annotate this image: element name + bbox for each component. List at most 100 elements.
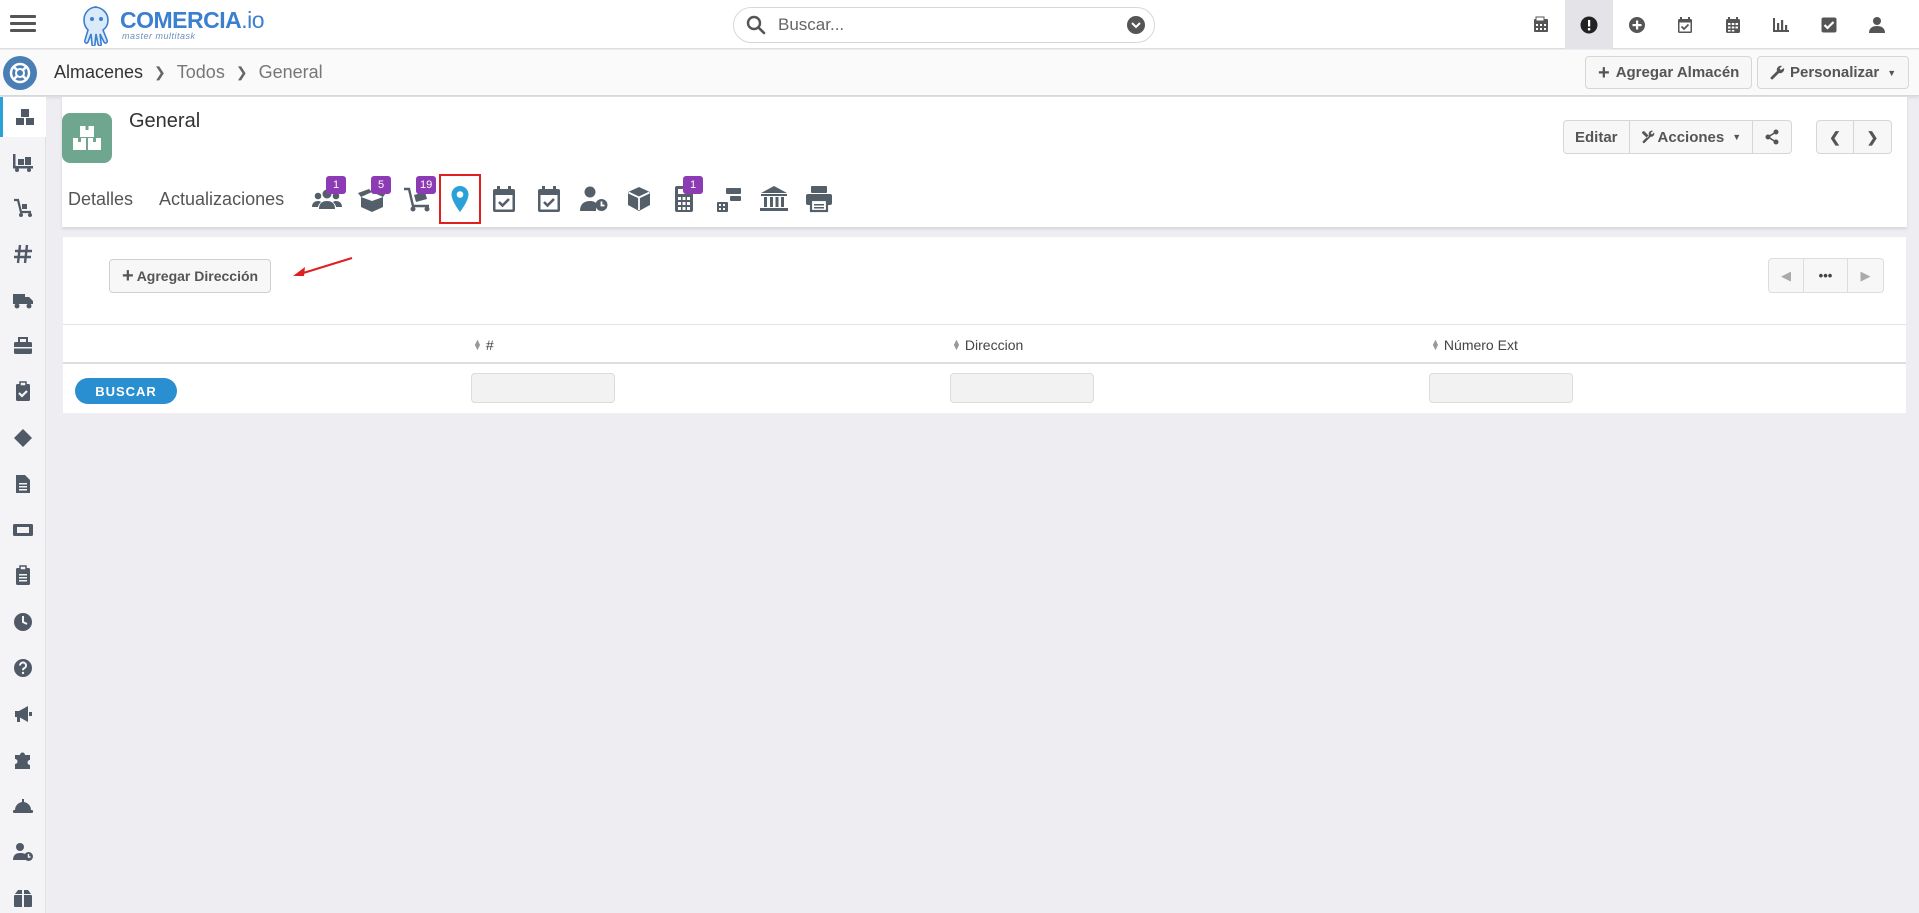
cube-icon bbox=[627, 187, 650, 211]
sidebar-item-hardhat[interactable] bbox=[0, 786, 46, 826]
search-input[interactable] bbox=[778, 15, 1127, 35]
chart-icon[interactable] bbox=[1757, 0, 1805, 49]
record-navigation: ❮ ❯ bbox=[1816, 120, 1892, 154]
next-page-button[interactable]: ▶ bbox=[1848, 258, 1884, 293]
column-number[interactable]: ▲ ▼ # bbox=[473, 337, 494, 353]
edit-button[interactable]: Editar bbox=[1563, 120, 1630, 154]
user-icon[interactable] bbox=[1853, 0, 1901, 49]
sidebar-item-dolly[interactable] bbox=[0, 142, 46, 182]
tab-user-clock[interactable] bbox=[571, 179, 616, 219]
column-address-label: Direccion bbox=[964, 337, 1024, 353]
breadcrumb-current: General bbox=[258, 62, 323, 82]
calculator-icon[interactable] bbox=[1517, 0, 1565, 49]
sidebar-item-box[interactable] bbox=[0, 878, 46, 913]
sidebar-item-clipboard-check[interactable] bbox=[0, 372, 46, 412]
page-menu-button[interactable]: ••• bbox=[1804, 258, 1848, 293]
sidebar-item-ticket[interactable] bbox=[0, 510, 46, 550]
plus-icon: + bbox=[122, 265, 134, 287]
edit-label: Editar bbox=[1575, 128, 1618, 146]
carts-count-badge: 19 bbox=[416, 176, 437, 194]
puzzle-icon bbox=[15, 752, 30, 769]
calculator-count-badge: 1 bbox=[683, 176, 704, 194]
red-arrow-annotation bbox=[293, 256, 353, 276]
sidebar-item-warehouses[interactable] bbox=[0, 97, 46, 137]
search-filter-button[interactable]: BUSCAR bbox=[75, 378, 177, 404]
boxes-icon bbox=[73, 126, 101, 150]
calendar-check-icon[interactable] bbox=[1661, 0, 1709, 49]
sidebar-item-puzzle[interactable] bbox=[0, 740, 46, 780]
sidebar-item-megaphone[interactable] bbox=[0, 694, 46, 734]
user-clock-icon bbox=[13, 843, 33, 861]
sidebar-item-document[interactable] bbox=[0, 464, 46, 504]
checkbox-icon[interactable] bbox=[1805, 0, 1853, 49]
tab-boxes[interactable]: 5 bbox=[349, 176, 394, 219]
add-address-button[interactable]: + Agregar Dirección bbox=[109, 259, 272, 293]
caret-down-icon: ▼ bbox=[1887, 67, 1897, 78]
plus-circle-icon[interactable] bbox=[1613, 0, 1661, 49]
filter-address-input[interactable] bbox=[950, 373, 1094, 403]
caret-right-icon: ▶ bbox=[1860, 267, 1871, 283]
boxes-count-badge: 5 bbox=[371, 176, 392, 194]
bank-icon bbox=[759, 186, 788, 211]
calendar-icon[interactable] bbox=[1709, 0, 1757, 49]
tab-details[interactable]: Detalles bbox=[68, 189, 133, 210]
add-warehouse-label: Agregar Almacén bbox=[1615, 64, 1740, 81]
column-number-label: # bbox=[485, 337, 494, 353]
customize-button[interactable]: Personalizar ▼ bbox=[1757, 56, 1910, 89]
tab-calendar-check[interactable] bbox=[481, 179, 526, 219]
record-tabs: Detalles Actualizaciones 1 5 19 1 bbox=[62, 174, 841, 224]
sidebar-item-diamond[interactable] bbox=[0, 418, 46, 458]
record-title: General bbox=[129, 110, 201, 132]
logo-suffix: .io bbox=[241, 7, 265, 33]
sidebar-item-briefcase[interactable] bbox=[0, 326, 46, 366]
actions-label: Acciones bbox=[1657, 128, 1725, 146]
add-warehouse-button[interactable]: + Agregar Almacén bbox=[1585, 56, 1753, 89]
tab-addresses[interactable] bbox=[439, 174, 482, 224]
search-icon bbox=[746, 15, 766, 35]
octopus-logo-icon bbox=[83, 6, 109, 46]
breadcrumb-level1[interactable]: Todos bbox=[177, 62, 225, 83]
tab-contacts[interactable]: 1 bbox=[304, 176, 349, 219]
dolly-icon bbox=[13, 154, 33, 172]
filter-number-input[interactable] bbox=[471, 373, 615, 403]
column-address[interactable]: ▲ ▼ Direccion bbox=[952, 337, 1023, 353]
tab-bank[interactable] bbox=[751, 179, 796, 219]
menu-icon[interactable] bbox=[10, 12, 36, 36]
calendar-check-icon bbox=[537, 186, 560, 212]
briefcase-icon bbox=[14, 337, 32, 354]
column-ext-number[interactable]: ▲ ▼ Número Ext bbox=[1431, 337, 1518, 353]
share-button[interactable] bbox=[1753, 120, 1793, 154]
sidebar-item-cart[interactable] bbox=[0, 188, 46, 228]
logo-name: COMERCIA bbox=[120, 7, 242, 33]
sidebar-item-help[interactable] bbox=[0, 648, 46, 688]
logo[interactable]: COMERCIA.io master multitask bbox=[78, 3, 265, 47]
tab-calculator[interactable]: 1 bbox=[661, 176, 706, 219]
breadcrumb-root[interactable]: Almacenes bbox=[54, 62, 143, 83]
tab-print[interactable] bbox=[796, 179, 841, 219]
prev-page-button[interactable]: ◀ bbox=[1768, 258, 1804, 293]
tab-cash-register[interactable] bbox=[706, 179, 751, 219]
clipboard-list-icon bbox=[16, 565, 30, 585]
alert-icon[interactable] bbox=[1565, 0, 1613, 49]
next-record-button[interactable]: ❯ bbox=[1854, 120, 1892, 154]
sidebar-item-user-clock[interactable] bbox=[0, 832, 46, 872]
sidebar-item-clock[interactable] bbox=[0, 602, 46, 642]
lifebuoy-icon[interactable] bbox=[3, 56, 37, 90]
tab-calendar-check-alt[interactable] bbox=[526, 179, 571, 219]
megaphone-icon bbox=[15, 706, 32, 722]
record-actions: Editar Acciones ▼ bbox=[1563, 120, 1793, 154]
sidebar-item-clipboard-list[interactable] bbox=[0, 556, 46, 596]
sidebar-item-hashtag[interactable] bbox=[0, 234, 46, 274]
tab-carts[interactable]: 19 bbox=[394, 176, 439, 219]
actions-button[interactable]: Acciones ▼ bbox=[1629, 120, 1754, 154]
share-icon bbox=[1765, 129, 1779, 145]
sidebar-item-truck[interactable] bbox=[0, 280, 46, 320]
filter-ext-number-input[interactable] bbox=[1429, 373, 1573, 403]
print-icon bbox=[805, 186, 832, 213]
chevron-down-icon[interactable] bbox=[1127, 16, 1145, 34]
ticket-icon bbox=[13, 524, 33, 536]
tab-updates[interactable]: Actualizaciones bbox=[159, 189, 284, 210]
prev-record-button[interactable]: ❮ bbox=[1816, 120, 1854, 154]
document-icon bbox=[16, 475, 30, 493]
tab-cube[interactable] bbox=[616, 179, 661, 219]
